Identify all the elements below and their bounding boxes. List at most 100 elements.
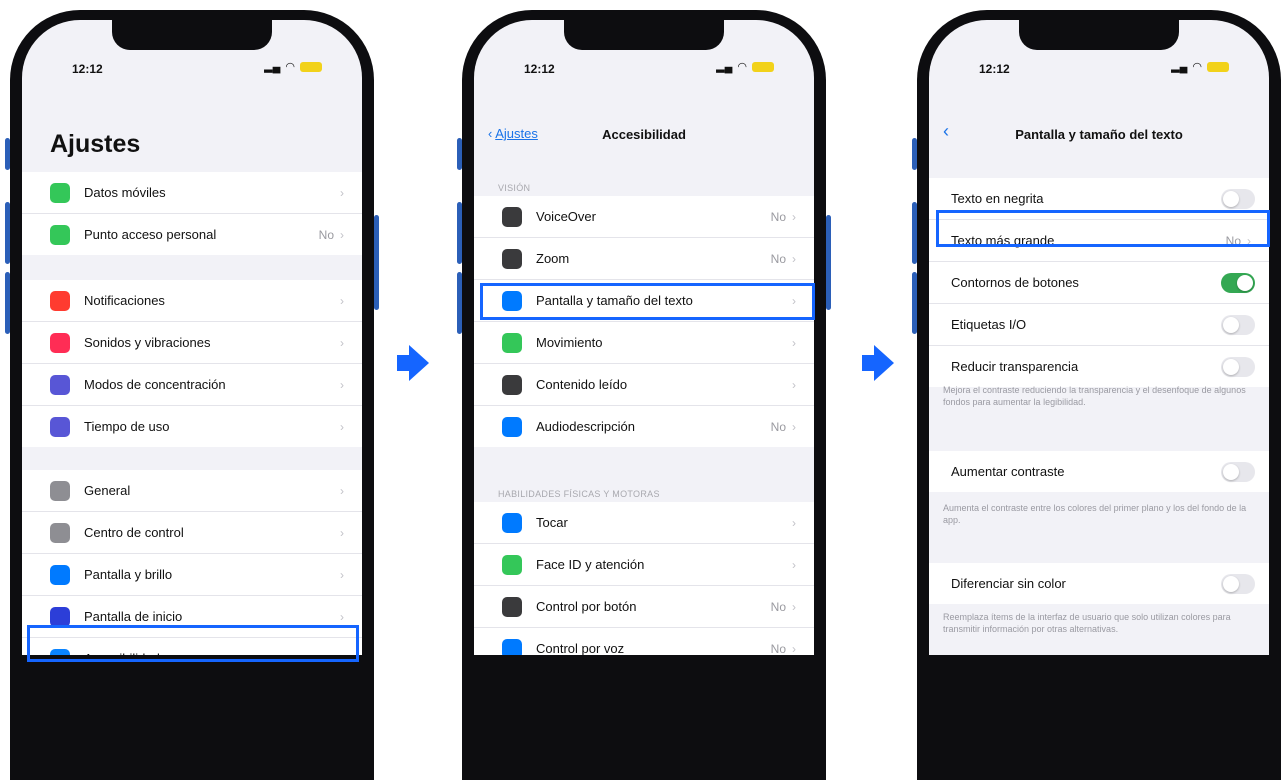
row-reducir-transparencia[interactable]: Reducir transparencia <box>929 346 1269 387</box>
power-button <box>826 215 831 310</box>
row-label: Tiempo de uso <box>84 419 170 434</box>
row-contornos-de-botones[interactable]: Contornos de botones <box>929 262 1269 304</box>
row-control-por-boton[interactable]: Control por botón No › <box>474 586 814 628</box>
row-label: General <box>84 483 131 498</box>
chevron-right-icon: › <box>340 293 344 308</box>
row-aumentar-contraste[interactable]: Aumentar contraste <box>929 451 1269 492</box>
row-diferenciar-sin-color[interactable]: Diferenciar sin color <box>929 563 1269 604</box>
row-contenido-leido[interactable]: Contenido leído › <box>474 364 814 406</box>
chevron-right-icon: › <box>792 515 796 530</box>
signal-icon: ▂▄ <box>716 61 733 73</box>
accessibility-group-vision: VoiceOver No › Zoom No › Pantalla y tamaño del… <box>474 196 814 447</box>
row-value: No <box>770 641 786 656</box>
note-differentiate: Reemplaza ítems de la interfaz de usuari… <box>943 612 1231 634</box>
row-value: No <box>770 251 786 266</box>
row-pantalla-y-brillo[interactable]: Pantalla y brillo › <box>22 554 362 596</box>
row-tiempo-de-uso[interactable]: Tiempo de uso › <box>22 406 362 447</box>
row-face-id-y-atencion[interactable]: Face ID y atención › <box>474 544 814 586</box>
status-time: 12:12 <box>72 62 103 76</box>
display-group-contrast: Aumentar contraste <box>929 451 1269 492</box>
row-audiodescripcion[interactable]: Audiodescripción No › <box>474 406 814 447</box>
chevron-right-icon: › <box>792 599 796 614</box>
phone-accessibility: 12:12 ▂▄ ◠ ‹ Ajustes Accesibilidad VISIÓ… <box>457 10 831 780</box>
section-header-vision: VISIÓN <box>498 183 531 193</box>
phone-display-text: 12:12 ▂▄ ◠ ‹ Pantalla y tamaño del texto… <box>912 10 1281 780</box>
silent-switch <box>457 138 462 170</box>
row-datos-moviles[interactable]: Datos móviles › <box>22 172 362 214</box>
status-icons: ▂▄ ◠ <box>716 60 774 73</box>
switches-icon <box>50 522 70 543</box>
chevron-right-icon: › <box>340 185 344 200</box>
speaker-icon <box>50 332 70 353</box>
display-group-text: Texto en negrita Texto más grande No › Conto… <box>929 178 1269 387</box>
toggle-etiquetas-i-o[interactable] <box>1221 314 1255 335</box>
settings-group-notifications: Notificaciones › Sonidos y vibraciones › Mod… <box>22 280 362 447</box>
row-pantalla-y-tamano-del-texto[interactable]: Pantalla y tamaño del texto › <box>474 280 814 322</box>
chevron-right-icon: › <box>340 377 344 392</box>
row-general[interactable]: General › <box>22 470 362 512</box>
row-movimiento[interactable]: Movimiento › <box>474 322 814 364</box>
row-label: Aumentar contraste <box>951 464 1065 479</box>
notch <box>112 20 272 50</box>
row-value: No <box>770 419 786 434</box>
signal-icon: ▂▄ <box>264 61 281 73</box>
row-texto-mas-grande[interactable]: Texto más grande No › <box>929 220 1269 262</box>
row-etiquetas-i-o[interactable]: Etiquetas I/O <box>929 304 1269 346</box>
toggle-reducir-transparencia[interactable] <box>1221 356 1255 377</box>
row-texto-en-negrita[interactable]: Texto en negrita <box>929 178 1269 220</box>
row-centro-de-control[interactable]: Centro de control › <box>22 512 362 554</box>
row-label: Sonidos y vibraciones <box>84 335 211 350</box>
gear-icon <box>50 480 70 501</box>
row-voiceover[interactable]: VoiceOver No › <box>474 196 814 238</box>
row-label: Texto más grande <box>951 233 1055 248</box>
chevron-right-icon: › <box>1247 233 1251 248</box>
volume-up-button <box>912 202 917 264</box>
chevron-right-icon: › <box>340 483 344 498</box>
status-time: 12:12 <box>524 62 555 76</box>
toggle-contornos-de-botones[interactable] <box>1221 272 1255 293</box>
row-label: Control por voz <box>536 641 625 656</box>
row-label: Pantalla y tamaño del texto <box>536 293 693 308</box>
battery-icon <box>300 61 322 72</box>
note-contrast: Aumenta el contraste entre los colores d… <box>943 503 1247 525</box>
notch <box>1019 20 1179 50</box>
row-modos-de-concentracion[interactable]: Modos de concentración › <box>22 364 362 406</box>
row-tocar[interactable]: Tocar › <box>474 502 814 544</box>
row-label: Texto en negrita <box>951 191 1044 206</box>
nav-bar: ‹ Ajustes Accesibilidad <box>474 124 814 148</box>
status-icons: ▂▄ ◠ <box>1171 60 1229 73</box>
zoom-icon <box>502 248 522 269</box>
text-size-icon <box>50 564 70 585</box>
row-value: No <box>1225 233 1241 248</box>
chevron-right-icon: › <box>340 567 344 582</box>
toggle-texto-en-negrita[interactable] <box>1221 188 1255 209</box>
silent-switch <box>912 138 917 170</box>
antenna-icon <box>50 182 70 203</box>
row-pantalla-de-inicio[interactable]: Pantalla de inicio › <box>22 596 362 638</box>
status-icons: ▂▄ ◠ <box>264 60 322 73</box>
row-sonidos-y-vibraciones[interactable]: Sonidos y vibraciones › <box>22 322 362 364</box>
chevron-right-icon: › <box>340 227 344 242</box>
volume-down-button <box>457 272 462 334</box>
row-label: Face ID y atención <box>536 557 645 572</box>
row-label: Control por botón <box>536 599 637 614</box>
chevron-right-icon: › <box>792 557 796 572</box>
row-notificaciones[interactable]: Notificaciones › <box>22 280 362 322</box>
toggle-diferenciar-sin-color[interactable] <box>1221 573 1255 594</box>
bottom-bezel <box>929 655 1269 715</box>
home-grid-icon <box>50 606 70 627</box>
row-punto-acceso-personal[interactable]: Punto acceso personal No › <box>22 214 362 255</box>
row-zoom[interactable]: Zoom No › <box>474 238 814 280</box>
row-label: Centro de control <box>84 525 184 540</box>
status-time: 12:12 <box>979 62 1010 76</box>
wifi-icon: ◠ <box>1192 61 1202 73</box>
wifi-icon: ◠ <box>737 61 747 73</box>
settings-group-connectivity: Datos móviles › Punto acceso personal No › <box>22 172 362 255</box>
bell-icon <box>50 290 70 311</box>
section-header-physical: HABILIDADES FÍSICAS Y MOTORAS <box>498 489 660 499</box>
link-icon <box>50 224 70 245</box>
motion-icon <box>502 332 522 353</box>
toggle-aumentar-contraste[interactable] <box>1221 461 1255 482</box>
text-size-icon <box>502 290 522 311</box>
chevron-right-icon: › <box>340 609 344 624</box>
